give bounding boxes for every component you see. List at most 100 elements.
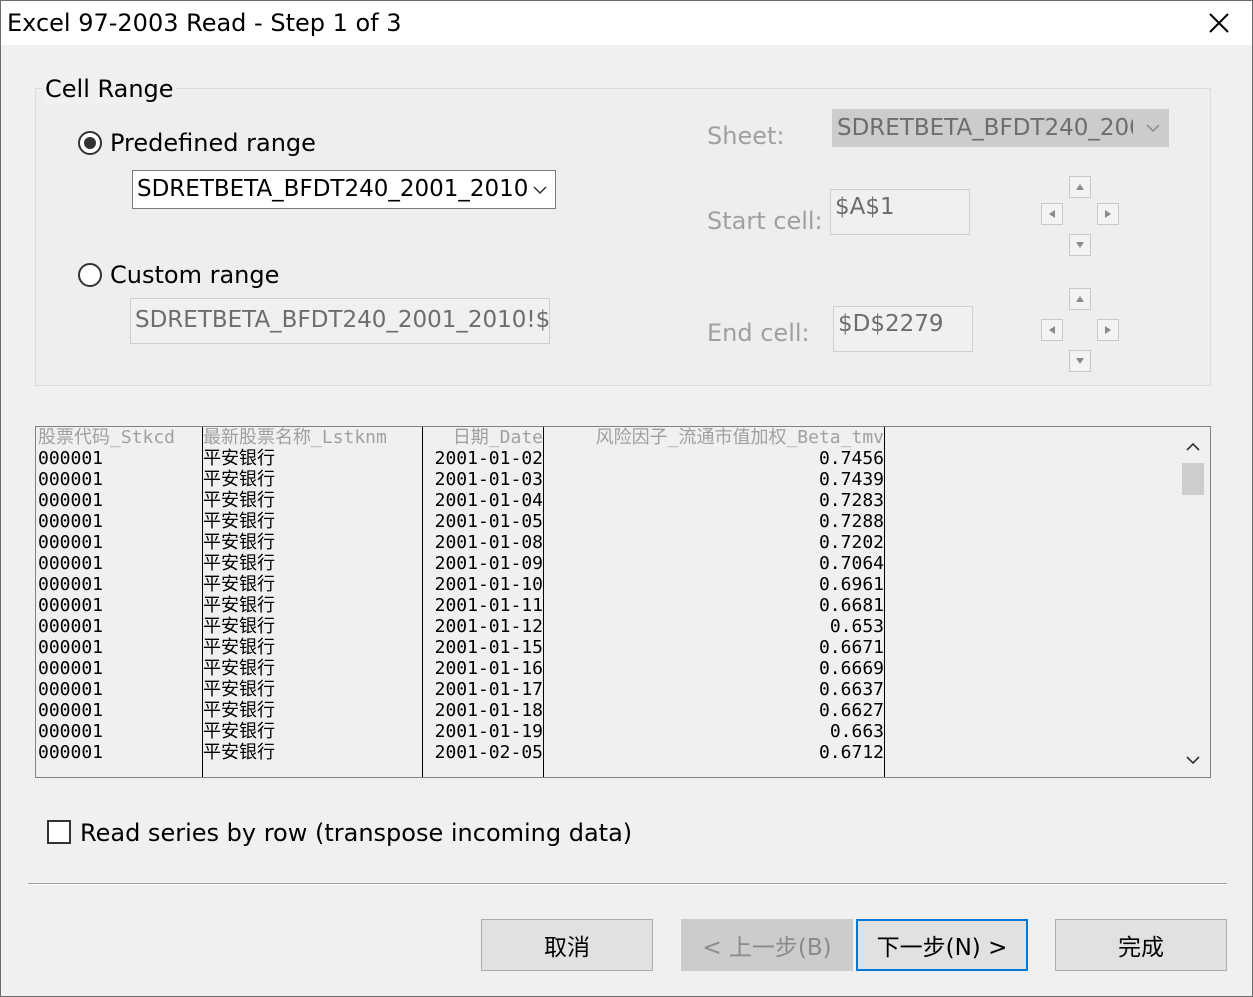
separator	[28, 883, 1227, 885]
close-button[interactable]	[1186, 1, 1252, 45]
preview-cell: 0.7064	[818, 553, 884, 574]
close-icon	[1209, 13, 1229, 33]
preview-cell: 000001	[38, 637, 104, 658]
preview-cell: 平安银行	[203, 637, 275, 658]
chevron-down-icon	[533, 185, 547, 194]
cancel-button[interactable]: 取消	[481, 919, 653, 971]
preview-cell: 000001	[38, 721, 104, 742]
preview-header-cell: 最新股票名称_Lstknm	[203, 427, 387, 448]
arrow-up-icon	[1076, 184, 1084, 190]
predefined-range-radio[interactable]	[78, 131, 102, 155]
scroll-up-button[interactable]	[1176, 429, 1210, 463]
preview-cell: 平安银行	[203, 511, 275, 532]
preview-cell: 平安银行	[203, 448, 275, 469]
arrow-right-icon	[1105, 210, 1111, 218]
preview-cell: 2001-01-05	[434, 511, 543, 532]
predefined-range-dropdown[interactable]: SDRETBETA_BFDT240_2001_2010	[132, 170, 556, 209]
preview-cell: 000001	[38, 658, 104, 679]
preview-cell: 0.7456	[818, 448, 884, 469]
window-title: Excel 97-2003 Read - Step 1 of 3	[7, 9, 402, 37]
preview-cell: 平安银行	[203, 721, 275, 742]
preview-cell: 平安银行	[203, 574, 275, 595]
preview-cell: 0.6671	[818, 637, 884, 658]
transpose-checkbox[interactable]	[47, 820, 71, 844]
preview-cell: 0.7288	[818, 511, 884, 532]
finish-button[interactable]: 完成	[1055, 919, 1227, 971]
custom-range-radio[interactable]	[78, 263, 102, 287]
preview-vertical-scrollbar[interactable]	[1176, 427, 1210, 777]
preview-cell: 000001	[38, 490, 104, 511]
preview-cell: 2001-01-09	[434, 553, 543, 574]
preview-cell: 平安银行	[203, 700, 275, 721]
end-cell-input[interactable]: $D$2279	[833, 306, 973, 352]
end-cell-left-button[interactable]	[1041, 319, 1063, 341]
scroll-thumb[interactable]	[1182, 463, 1204, 495]
start-cell-right-button[interactable]	[1097, 203, 1119, 225]
preview-cell: 0.6681	[818, 595, 884, 616]
transpose-label: Read series by row (transpose incoming d…	[80, 819, 633, 847]
preview-header-cell: 日期_Date	[452, 427, 543, 448]
sheet-dropdown[interactable]: SDRETBETA_BFDT240_200	[832, 109, 1169, 147]
preview-cell: 000001	[38, 616, 104, 637]
preview-cell: 000001	[38, 700, 104, 721]
preview-cell: 2001-01-15	[434, 637, 543, 658]
custom-range-input[interactable]: SDRETBETA_BFDT240_2001_2010!$A	[130, 298, 550, 344]
chevron-down-icon	[1146, 124, 1160, 133]
preview-cell: 2001-01-19	[434, 721, 543, 742]
preview-cell: 平安银行	[203, 616, 275, 637]
preview-cell: 000001	[38, 448, 104, 469]
arrow-left-icon	[1049, 326, 1055, 334]
preview-cell: 000001	[38, 469, 104, 490]
preview-cell: 0.7283	[818, 490, 884, 511]
preview-cell: 2001-02-05	[434, 742, 543, 763]
preview-cell: 平安银行	[203, 553, 275, 574]
arrow-left-icon	[1049, 210, 1055, 218]
preview-cell: 2001-01-16	[434, 658, 543, 679]
preview-cell: 平安银行	[203, 742, 275, 763]
next-button[interactable]: 下一步(N) >	[856, 919, 1028, 971]
arrow-down-icon	[1076, 242, 1084, 248]
preview-cell: 平安银行	[203, 490, 275, 511]
predefined-range-label: Predefined range	[110, 129, 316, 157]
chevron-up-icon	[1186, 442, 1200, 451]
preview-cell: 0.653	[829, 616, 884, 637]
preview-cell: 000001	[38, 742, 104, 763]
preview-cell: 平安银行	[203, 532, 275, 553]
preview-cell: 000001	[38, 553, 104, 574]
preview-cell: 0.663	[829, 721, 884, 742]
scroll-down-button[interactable]	[1176, 743, 1210, 777]
preview-cell: 2001-01-04	[434, 490, 543, 511]
preview-cell: 2001-01-02	[434, 448, 543, 469]
preview-cell: 000001	[38, 511, 104, 532]
start-cell-up-button[interactable]	[1069, 176, 1091, 198]
preview-cell: 2001-01-11	[434, 595, 543, 616]
back-button[interactable]: < 上一步(B)	[681, 919, 853, 971]
preview-cell: 0.6627	[818, 700, 884, 721]
start-cell-label: Start cell:	[707, 207, 823, 235]
start-cell-input[interactable]: $A$1	[830, 189, 970, 235]
preview-cell: 000001	[38, 595, 104, 616]
preview-cell: 平安银行	[203, 469, 275, 490]
end-cell-right-button[interactable]	[1097, 319, 1119, 341]
end-cell-down-button[interactable]	[1069, 350, 1091, 372]
preview-column-stkcd: 股票代码_Stkcd 000001 000001 000001 000001 000001…	[38, 427, 203, 777]
start-cell-down-button[interactable]	[1069, 234, 1091, 256]
start-cell-left-button[interactable]	[1041, 203, 1063, 225]
preview-cell: 0.7202	[818, 532, 884, 553]
preview-column-date: 日期_Date 2001-01-02 2001-01-03 2001-01-04 200…	[423, 427, 544, 777]
preview-cell: 000001	[38, 574, 104, 595]
preview-cell: 2001-01-18	[434, 700, 543, 721]
preview-cell: 000001	[38, 679, 104, 700]
arrow-up-icon	[1076, 296, 1084, 302]
preview-header-cell: 股票代码_Stkcd	[38, 427, 176, 448]
preview-cell: 2001-01-17	[434, 679, 543, 700]
preview-cell: 2001-01-08	[434, 532, 543, 553]
preview-cell: 0.6961	[818, 574, 884, 595]
end-cell-up-button[interactable]	[1069, 288, 1091, 310]
data-preview[interactable]: 股票代码_Stkcd 000001 000001 000001 000001 000001…	[35, 426, 1211, 778]
sheet-label: Sheet:	[707, 122, 785, 150]
preview-cell: 2001-01-12	[434, 616, 543, 637]
predefined-range-value: SDRETBETA_BFDT240_2001_2010	[137, 176, 529, 202]
preview-cell: 平安银行	[203, 658, 275, 679]
preview-cell: 000001	[38, 532, 104, 553]
